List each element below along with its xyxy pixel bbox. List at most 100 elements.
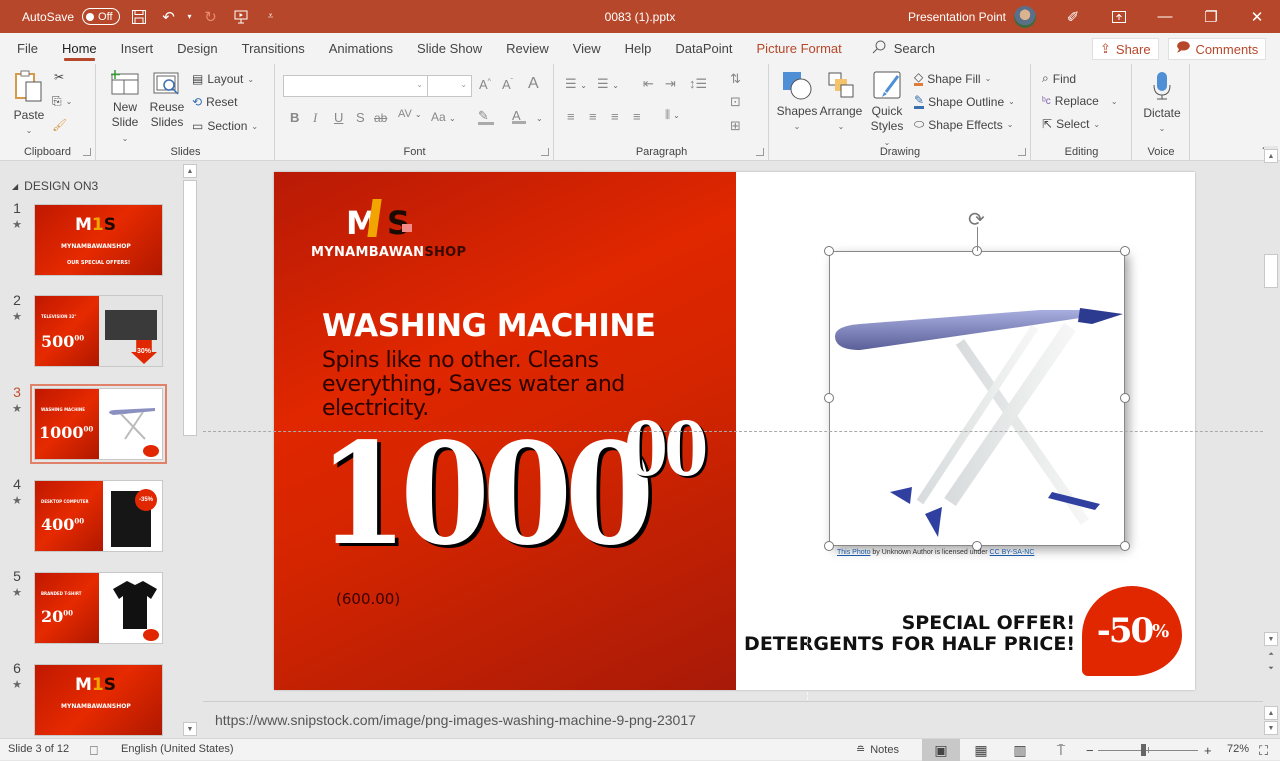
undo-icon[interactable]: ↶: [158, 6, 180, 28]
editor-scrollbar[interactable]: ▲ ▼ ⏶ ⏷ ▲ ▼: [1264, 146, 1278, 738]
numbering-icon[interactable]: ☰ ⌄: [597, 76, 619, 92]
normal-view-icon[interactable]: ▣: [922, 739, 960, 761]
paragraph-launcher-icon[interactable]: [756, 148, 764, 156]
cut-icon[interactable]: ✂: [54, 70, 64, 84]
thumbnail-scrollbar[interactable]: ▲ ▼: [183, 162, 197, 738]
shapes-button[interactable]: Shapes ⌄: [776, 70, 818, 134]
find-button[interactable]: ⌕ Find: [1042, 71, 1076, 86]
paste-button[interactable]: Paste ⌄: [10, 70, 48, 138]
smartart-icon[interactable]: ⊞: [730, 118, 741, 134]
columns-icon[interactable]: ⫼ ⌄: [665, 109, 680, 122]
bullets-icon[interactable]: ☰ ⌄: [565, 76, 587, 92]
start-presentation-icon[interactable]: [230, 6, 252, 28]
highlight-color-icon[interactable]: ✎: [478, 108, 494, 125]
reset-button[interactable]: ⟲ Reset: [192, 95, 237, 109]
reading-view-icon[interactable]: ▥: [1001, 739, 1039, 761]
paste-dropdown-icon[interactable]: ⌄: [26, 123, 33, 138]
tab-home[interactable]: Home: [50, 33, 109, 64]
arrange-button[interactable]: Arrange ⌄: [820, 70, 862, 134]
avatar[interactable]: [1014, 5, 1036, 28]
font-color-icon[interactable]: A: [512, 108, 526, 124]
notes-scroll-up-button[interactable]: ▲: [1264, 706, 1278, 720]
reuse-slides-button[interactable]: Reuse Slides: [148, 70, 186, 130]
slide-thumbnail-5[interactable]: BRANDED T-SHIRT 2000: [34, 572, 163, 644]
select-button[interactable]: ⇱ Select ⌄: [1042, 117, 1100, 131]
character-spacing-button[interactable]: AV ⌄: [398, 108, 422, 120]
tab-file[interactable]: File: [5, 33, 50, 64]
format-painter-icon[interactable]: 🖌: [52, 118, 67, 132]
align-center-icon[interactable]: ≡: [589, 109, 597, 124]
font-size-combo[interactable]: ⌄: [427, 75, 472, 97]
clipboard-launcher-icon[interactable]: [83, 148, 91, 156]
notes-pane[interactable]: https://www.snipstock.com/image/png-imag…: [203, 701, 1263, 738]
resize-handle-se[interactable]: [1120, 541, 1130, 551]
clear-formatting-icon[interactable]: A: [528, 75, 539, 93]
scroll-down-button[interactable]: ▼: [183, 722, 197, 736]
pen-icon[interactable]: ✐: [1050, 0, 1096, 33]
scroll-up-button[interactable]: ▲: [183, 164, 197, 178]
selected-picture[interactable]: [829, 251, 1125, 546]
slide-thumbnail-1[interactable]: M1S MYNAMBAWANSHOP OUR SPECIAL OFFERS!: [34, 204, 163, 276]
align-right-icon[interactable]: ≡: [611, 109, 619, 124]
accessibility-icon[interactable]: ⎕: [90, 743, 98, 759]
discount-badge[interactable]: -50%: [1082, 586, 1182, 676]
ribbon-display-options-icon[interactable]: [1096, 0, 1142, 33]
tab-animations[interactable]: Animations: [317, 33, 405, 64]
strikethrough-button[interactable]: ab: [374, 111, 387, 125]
price[interactable]: 1000: [318, 420, 654, 570]
product-title[interactable]: WASHING MACHINE: [322, 308, 656, 344]
zoom-in-button[interactable]: +: [1204, 743, 1212, 758]
copy-icon[interactable]: ⎘ ⌄: [52, 94, 72, 109]
attribution-photo-link[interactable]: This Photo: [837, 549, 870, 556]
dictate-button[interactable]: Dictate ⌄: [1139, 70, 1185, 136]
fit-to-window-icon[interactable]: ⛶: [1259, 743, 1268, 759]
resize-handle-sw[interactable]: [824, 541, 834, 551]
layout-button[interactable]: ▤ Layout ⌄: [192, 72, 254, 86]
shape-outline-button[interactable]: ✎ Shape Outline ⌄: [914, 94, 1015, 109]
change-case-button[interactable]: Aa ⌄: [431, 110, 456, 124]
tab-help[interactable]: Help: [613, 33, 664, 64]
price-cents[interactable]: 00: [624, 407, 708, 493]
font-color-dropdown-icon[interactable]: ⌄: [536, 114, 543, 123]
slide-thumbnail-3[interactable]: WASHING MACHINE 100000: [30, 384, 167, 464]
grow-font-icon[interactable]: A^: [479, 77, 491, 92]
section-header[interactable]: ◢ DESIGN ON3: [12, 179, 98, 193]
tab-picture-format[interactable]: Picture Format: [745, 33, 854, 64]
next-slide-icon[interactable]: ⏷: [1264, 662, 1278, 676]
tab-review[interactable]: Review: [494, 33, 561, 64]
share-button[interactable]: ⇪ Share: [1092, 38, 1159, 60]
rotate-handle-icon[interactable]: ⟳: [968, 207, 985, 232]
autosave-toggle[interactable]: Off: [82, 8, 120, 25]
decrease-indent-icon[interactable]: ⇤: [643, 76, 654, 92]
previous-slide-icon[interactable]: ⏶: [1264, 648, 1278, 662]
increase-indent-icon[interactable]: ⇥: [665, 76, 676, 92]
restore-button[interactable]: ❐: [1188, 0, 1234, 33]
tab-slide-show[interactable]: Slide Show: [405, 33, 494, 64]
slide-sorter-icon[interactable]: ▦: [962, 739, 1000, 761]
notes-toggle-button[interactable]: ≘ Notes: [856, 743, 899, 757]
align-text-icon[interactable]: ⊡: [730, 94, 741, 110]
italic-button[interactable]: I: [313, 110, 317, 126]
resize-handle-e[interactable]: [1120, 393, 1130, 403]
shape-effects-button[interactable]: ⬭ Shape Effects ⌄: [914, 117, 1013, 132]
slide-thumbnail-4[interactable]: DESKTOP COMPUTER 40000 -35%: [34, 480, 163, 552]
slide-thumbnail-6[interactable]: M1S MYNAMBAWANSHOP: [34, 664, 163, 736]
scroll-up-button[interactable]: ▲: [1264, 149, 1278, 163]
zoom-slider-thumb[interactable]: [1141, 744, 1146, 756]
new-slide-button[interactable]: New Slide ⌄: [107, 70, 143, 146]
resize-handle-nw[interactable]: [824, 246, 834, 256]
zoom-level[interactable]: 72%: [1227, 743, 1249, 755]
scroll-thumb[interactable]: [1264, 254, 1278, 288]
zoom-out-button[interactable]: −: [1086, 743, 1094, 758]
justify-icon[interactable]: ≡: [633, 109, 641, 124]
underline-button[interactable]: U: [334, 110, 343, 125]
font-name-combo[interactable]: ⌄: [283, 75, 428, 97]
tab-view[interactable]: View: [561, 33, 613, 64]
align-left-icon[interactable]: ≡: [567, 109, 575, 124]
scroll-down-button[interactable]: ▼: [1264, 632, 1278, 646]
customize-qat-icon[interactable]: ⩡: [260, 6, 282, 28]
font-launcher-icon[interactable]: [541, 148, 549, 156]
tab-insert[interactable]: Insert: [109, 33, 166, 64]
search-box[interactable]: Search: [872, 40, 935, 57]
comments-button[interactable]: 🗩 Comments: [1168, 38, 1267, 60]
